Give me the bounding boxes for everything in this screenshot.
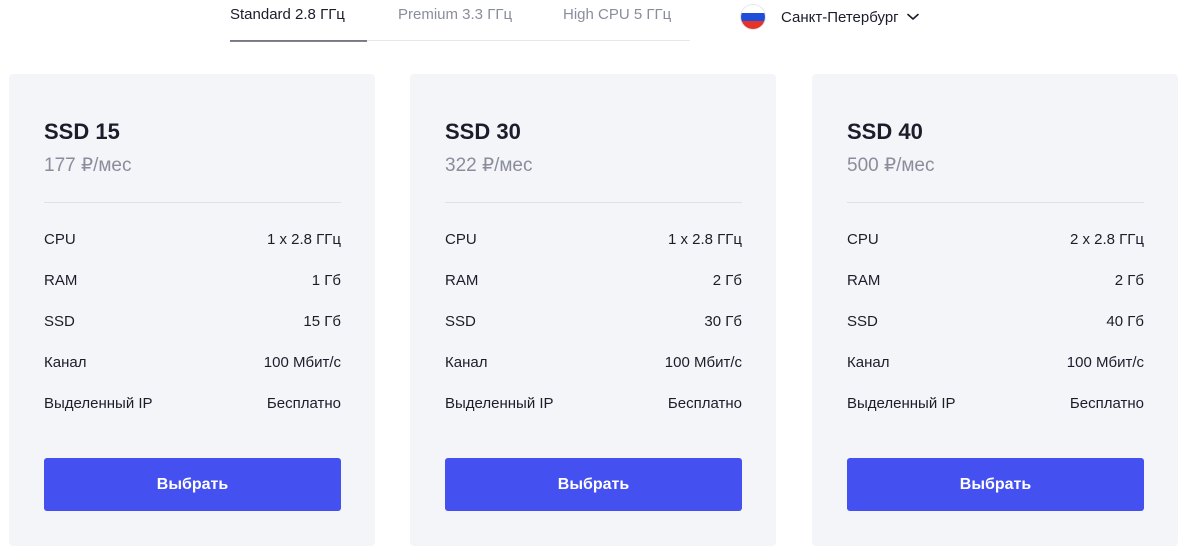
spec-label: Выделенный IP bbox=[44, 395, 153, 412]
spec-label: RAM bbox=[44, 272, 78, 289]
spec-label: Канал bbox=[847, 354, 890, 371]
spec-row-dedicated-ip: Выделенный IP Бесплатно bbox=[847, 383, 1144, 424]
spec-value: Бесплатно bbox=[667, 395, 742, 412]
plan-card: SSD 30 322 ₽/мес CPU 1 x 2.8 ГГц RAM 2 Гб … bbox=[410, 74, 776, 546]
plan-price: 500 ₽/мес bbox=[847, 155, 935, 176]
spec-row-cpu: CPU 1 x 2.8 ГГц bbox=[445, 219, 742, 260]
spec-row-ssd: SSD 15 Гб bbox=[44, 301, 341, 342]
plan-name: SSD 15 bbox=[44, 119, 120, 144]
spec-value: 100 Мбит/с bbox=[1066, 354, 1144, 371]
spec-label: Канал bbox=[44, 354, 87, 371]
spec-value: 100 Мбит/с bbox=[664, 354, 742, 371]
spec-row-ram: RAM 2 Гб bbox=[847, 260, 1144, 301]
choose-button[interactable]: Выбрать bbox=[44, 458, 341, 511]
plan-card-content: SSD 30 322 ₽/мес CPU 1 x 2.8 ГГц RAM 2 Гб … bbox=[445, 118, 742, 424]
spec-value: 40 Гб bbox=[1106, 313, 1144, 330]
choose-button[interactable]: Выбрать bbox=[847, 458, 1144, 511]
spec-row-ram: RAM 1 Гб bbox=[44, 260, 341, 301]
spec-label: RAM bbox=[445, 272, 479, 289]
spec-label: SSD bbox=[847, 313, 878, 330]
spec-value: 2 Гб bbox=[1114, 272, 1144, 289]
plan-card-content: SSD 15 177 ₽/мес CPU 1 x 2.8 ГГц RAM 1 Гб … bbox=[44, 118, 341, 424]
plan-card-content: SSD 40 500 ₽/мес CPU 2 x 2.8 ГГц RAM 2 Гб … bbox=[847, 118, 1144, 424]
spec-label: Канал bbox=[445, 354, 488, 371]
spec-list: CPU 1 x 2.8 ГГц RAM 1 Гб SSD 15 Гб Канал 100… bbox=[44, 219, 341, 424]
russia-flag-icon bbox=[740, 4, 766, 30]
spec-row-dedicated-ip: Выделенный IP Бесплатно bbox=[445, 383, 742, 424]
spec-label: RAM bbox=[847, 272, 881, 289]
spec-row-dedicated-ip: Выделенный IP Бесплатно bbox=[44, 383, 341, 424]
tab-premium[interactable]: Premium 3.3 ГГц bbox=[398, 5, 538, 41]
spec-label: Выделенный IP bbox=[445, 395, 554, 412]
region-label: Санкт-Петербург bbox=[781, 8, 899, 26]
chevron-down-icon bbox=[906, 11, 919, 23]
plan-price: 322 ₽/мес bbox=[445, 155, 533, 176]
spec-row-ram: RAM 2 Гб bbox=[445, 260, 742, 301]
divider bbox=[847, 202, 1144, 203]
spec-value: Бесплатно bbox=[1069, 395, 1144, 412]
spec-label: Выделенный IP bbox=[847, 395, 956, 412]
spec-label: CPU bbox=[847, 231, 879, 248]
spec-row-cpu: CPU 1 x 2.8 ГГц bbox=[44, 219, 341, 260]
spec-list: CPU 2 x 2.8 ГГц RAM 2 Гб SSD 40 Гб Канал 100… bbox=[847, 219, 1144, 424]
spec-row-cpu: CPU 2 x 2.8 ГГц bbox=[847, 219, 1144, 260]
spec-label: CPU bbox=[445, 231, 477, 248]
spec-list: CPU 1 x 2.8 ГГц RAM 2 Гб SSD 30 Гб Канал 100… bbox=[445, 219, 742, 424]
spec-value: 2 Гб bbox=[712, 272, 742, 289]
spec-value: Бесплатно bbox=[266, 395, 341, 412]
plan-card: SSD 40 500 ₽/мес CPU 2 x 2.8 ГГц RAM 2 Гб … bbox=[812, 74, 1178, 546]
plan-name: SSD 30 bbox=[445, 119, 521, 144]
spec-value: 2 x 2.8 ГГц bbox=[1069, 231, 1144, 248]
flag-stripe-blue bbox=[741, 13, 765, 21]
flag-stripe-red bbox=[741, 21, 765, 29]
plan-name: SSD 40 bbox=[847, 119, 923, 144]
region-selector[interactable]: Санкт-Петербург bbox=[740, 4, 919, 30]
divider bbox=[445, 202, 742, 203]
spec-row-channel: Канал 100 Мбит/с bbox=[44, 342, 341, 383]
spec-row-ssd: SSD 30 Гб bbox=[445, 301, 742, 342]
choose-button[interactable]: Выбрать bbox=[445, 458, 742, 511]
divider bbox=[44, 202, 341, 203]
spec-label: CPU bbox=[44, 231, 76, 248]
spec-value: 1 Гб bbox=[311, 272, 341, 289]
spec-row-ssd: SSD 40 Гб bbox=[847, 301, 1144, 342]
flag-stripe-white bbox=[741, 5, 765, 13]
top-bar: Standard 2.8 ГГц Premium 3.3 ГГц High CP… bbox=[0, 0, 1200, 50]
spec-value: 1 x 2.8 ГГц bbox=[667, 231, 742, 248]
plan-card: SSD 15 177 ₽/мес CPU 1 x 2.8 ГГц RAM 1 Гб … bbox=[9, 74, 375, 546]
spec-row-channel: Канал 100 Мбит/с bbox=[445, 342, 742, 383]
spec-value: 100 Мбит/с bbox=[263, 354, 341, 371]
spec-value: 30 Гб bbox=[704, 313, 742, 330]
spec-value: 1 x 2.8 ГГц bbox=[266, 231, 341, 248]
spec-value: 15 Гб bbox=[303, 313, 341, 330]
spec-label: SSD bbox=[44, 313, 75, 330]
tab-standard[interactable]: Standard 2.8 ГГц bbox=[230, 5, 367, 42]
cpu-tabs: Standard 2.8 ГГц Premium 3.3 ГГц High CP… bbox=[230, 5, 693, 42]
spec-label: SSD bbox=[445, 313, 476, 330]
spec-row-channel: Канал 100 Мбит/с bbox=[847, 342, 1144, 383]
tab-high-cpu[interactable]: High CPU 5 ГГц bbox=[563, 5, 693, 41]
plan-price: 177 ₽/мес bbox=[44, 155, 132, 176]
